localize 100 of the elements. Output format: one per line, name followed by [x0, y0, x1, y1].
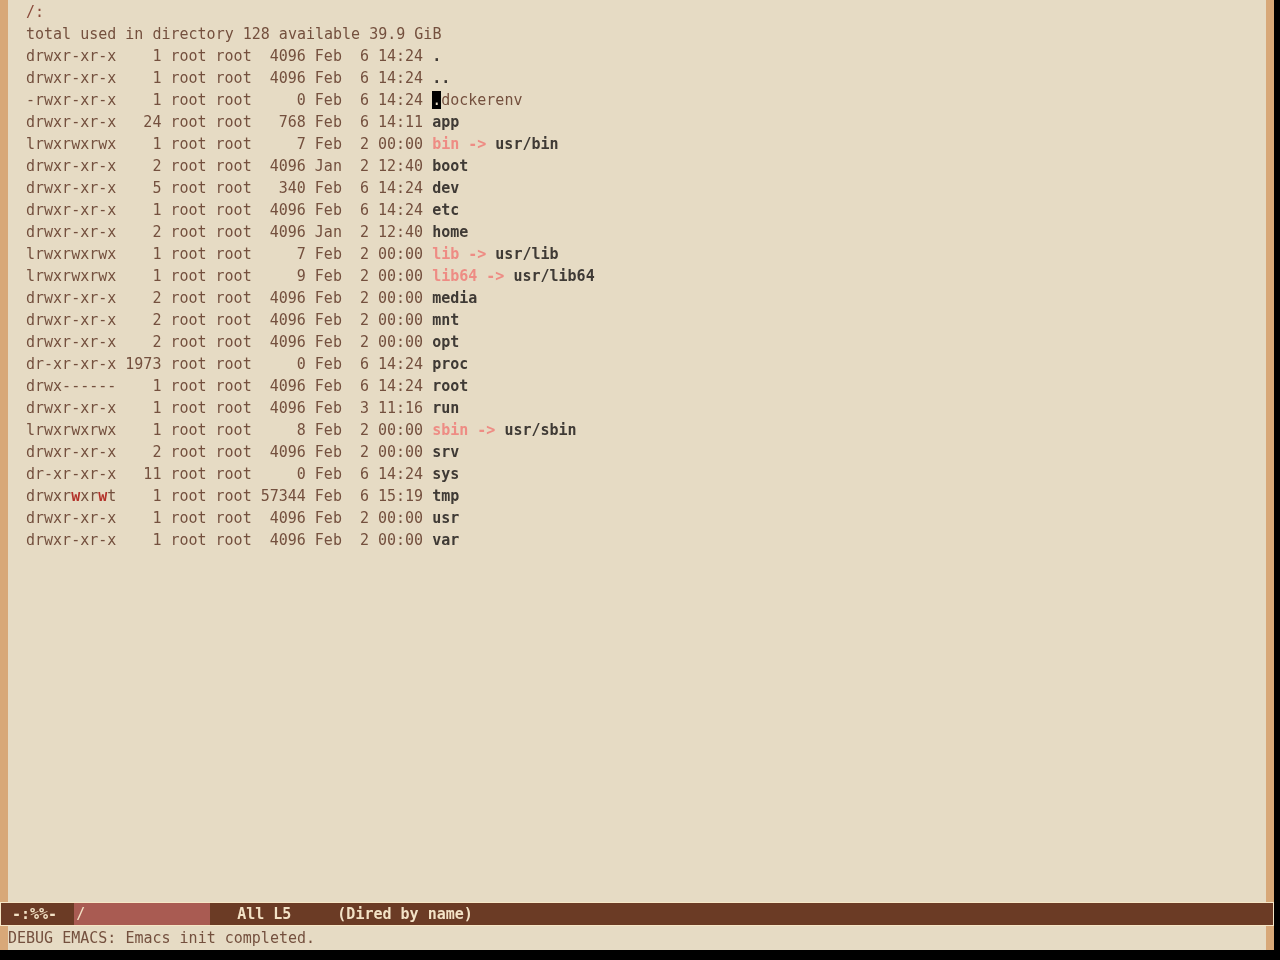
time-text: 00:00 [378, 244, 424, 265]
link-count: 1 [152, 134, 162, 155]
time-text: 14:24 [378, 354, 424, 375]
date-day: 6 [359, 463, 369, 485]
file-size: 4096 [269, 222, 306, 243]
link-count: 2 [152, 442, 162, 463]
file-name[interactable]: app [432, 111, 460, 133]
owner-name: root [170, 200, 207, 221]
file-name[interactable]: tmp [432, 485, 460, 507]
link-count: 1 [152, 508, 162, 529]
link-count: 5 [152, 178, 162, 199]
date-day: 6 [359, 199, 369, 221]
time-text: 14:24 [378, 68, 424, 89]
link-count: 24 [143, 112, 162, 133]
file-size: 4096 [269, 508, 306, 529]
time-text: 00:00 [378, 134, 424, 155]
file-size: 7 [296, 134, 306, 155]
file-name[interactable]: .. [432, 67, 451, 89]
date-day: 2 [359, 155, 369, 177]
file-name[interactable]: home [432, 221, 469, 243]
group-name: root [215, 486, 252, 507]
file-size: 340 [278, 178, 306, 199]
time-text: 00:00 [378, 266, 424, 287]
file-permissions: drwxr-xr-x [26, 443, 117, 461]
owner-name: root [170, 112, 207, 133]
file-size: 0 [296, 90, 306, 111]
date-day: 2 [359, 133, 369, 155]
symlink-arrow: -> [477, 420, 496, 441]
time-text: 00:00 [378, 288, 424, 309]
owner-name: root [170, 332, 207, 353]
file-permissions: drwxr-xr-x [26, 509, 117, 527]
date-month: Feb [314, 442, 342, 463]
date-day: 6 [359, 111, 369, 133]
file-size: 0 [296, 464, 306, 485]
echo-message: DEBUG EMACS: Emacs init completed. [8, 927, 316, 949]
date-month: Feb [314, 244, 342, 265]
date-month: Feb [314, 288, 342, 309]
link-target: usr/sbin [504, 420, 577, 441]
file-size: 768 [278, 112, 306, 133]
link-count: 1 [152, 376, 162, 397]
date-day: 2 [359, 243, 369, 265]
date-month: Feb [314, 508, 342, 529]
file-name[interactable]: run [432, 397, 460, 419]
file-name[interactable]: proc [432, 353, 469, 375]
date-month: Feb [314, 310, 342, 331]
file-name[interactable]: sys [432, 463, 460, 485]
owner-name: root [170, 46, 207, 67]
file-name[interactable]: boot [432, 155, 469, 177]
link-count: 11 [143, 464, 162, 485]
file-permissions: drwxr-xr-x [26, 333, 117, 351]
file-permissions: drwxr-xr-x [26, 399, 117, 417]
file-name[interactable]: dev [432, 177, 460, 199]
major-mode: (Dired by name) [337, 904, 473, 925]
symlink-arrow: -> [486, 266, 505, 287]
modification-status: -:%%- [12, 904, 58, 925]
group-name: root [215, 134, 252, 155]
date-day: 2 [359, 529, 369, 551]
file-size: 57344 [260, 486, 306, 507]
group-name: root [215, 288, 252, 309]
file-name[interactable]: mnt [432, 309, 460, 331]
date-day: 2 [359, 419, 369, 441]
link-count: 1 [152, 68, 162, 89]
file-size: 4096 [269, 376, 306, 397]
file-name[interactable]: etc [432, 199, 460, 221]
file-name[interactable]: usr [432, 507, 460, 529]
owner-name: root [170, 244, 207, 265]
group-name: root [215, 244, 252, 265]
file-name[interactable]: opt [432, 331, 460, 353]
owner-name: root [170, 222, 207, 243]
group-name: root [215, 420, 252, 441]
date-month: Feb [314, 464, 342, 485]
file-name[interactable]: .dockerenv [432, 89, 523, 111]
file-name[interactable]: . [432, 45, 442, 67]
date-month: Feb [314, 398, 342, 419]
owner-name: root [170, 156, 207, 177]
group-name: root [215, 332, 252, 353]
time-text: 14:24 [378, 376, 424, 397]
file-size: 4096 [269, 442, 306, 463]
link-target: usr/lib [495, 244, 559, 265]
owner-name: root [170, 266, 207, 287]
file-name[interactable]: var [432, 529, 460, 551]
date-month: Feb [314, 68, 342, 89]
date-month: Feb [314, 46, 342, 67]
directory-summary: total used in directory 128 available 39.9 GiB [26, 24, 442, 45]
group-name: root [215, 508, 252, 529]
group-name: root [215, 156, 252, 177]
file-name[interactable]: srv [432, 441, 460, 463]
file-name[interactable]: media [432, 287, 478, 309]
window-fringe [0, 926, 8, 950]
date-day: 6 [359, 375, 369, 397]
file-name[interactable]: root [432, 375, 469, 397]
date-day: 2 [359, 265, 369, 287]
file-permissions: drwxr-xr-x [26, 201, 117, 219]
date-month: Feb [314, 354, 342, 375]
file-permissions: drwx------ [26, 377, 117, 395]
file-permissions: drwxr-xr-x [26, 179, 117, 197]
symlink-arrow: -> [468, 244, 487, 265]
owner-name: root [170, 530, 207, 551]
time-text: 11:16 [378, 398, 424, 419]
owner-name: root [170, 178, 207, 199]
